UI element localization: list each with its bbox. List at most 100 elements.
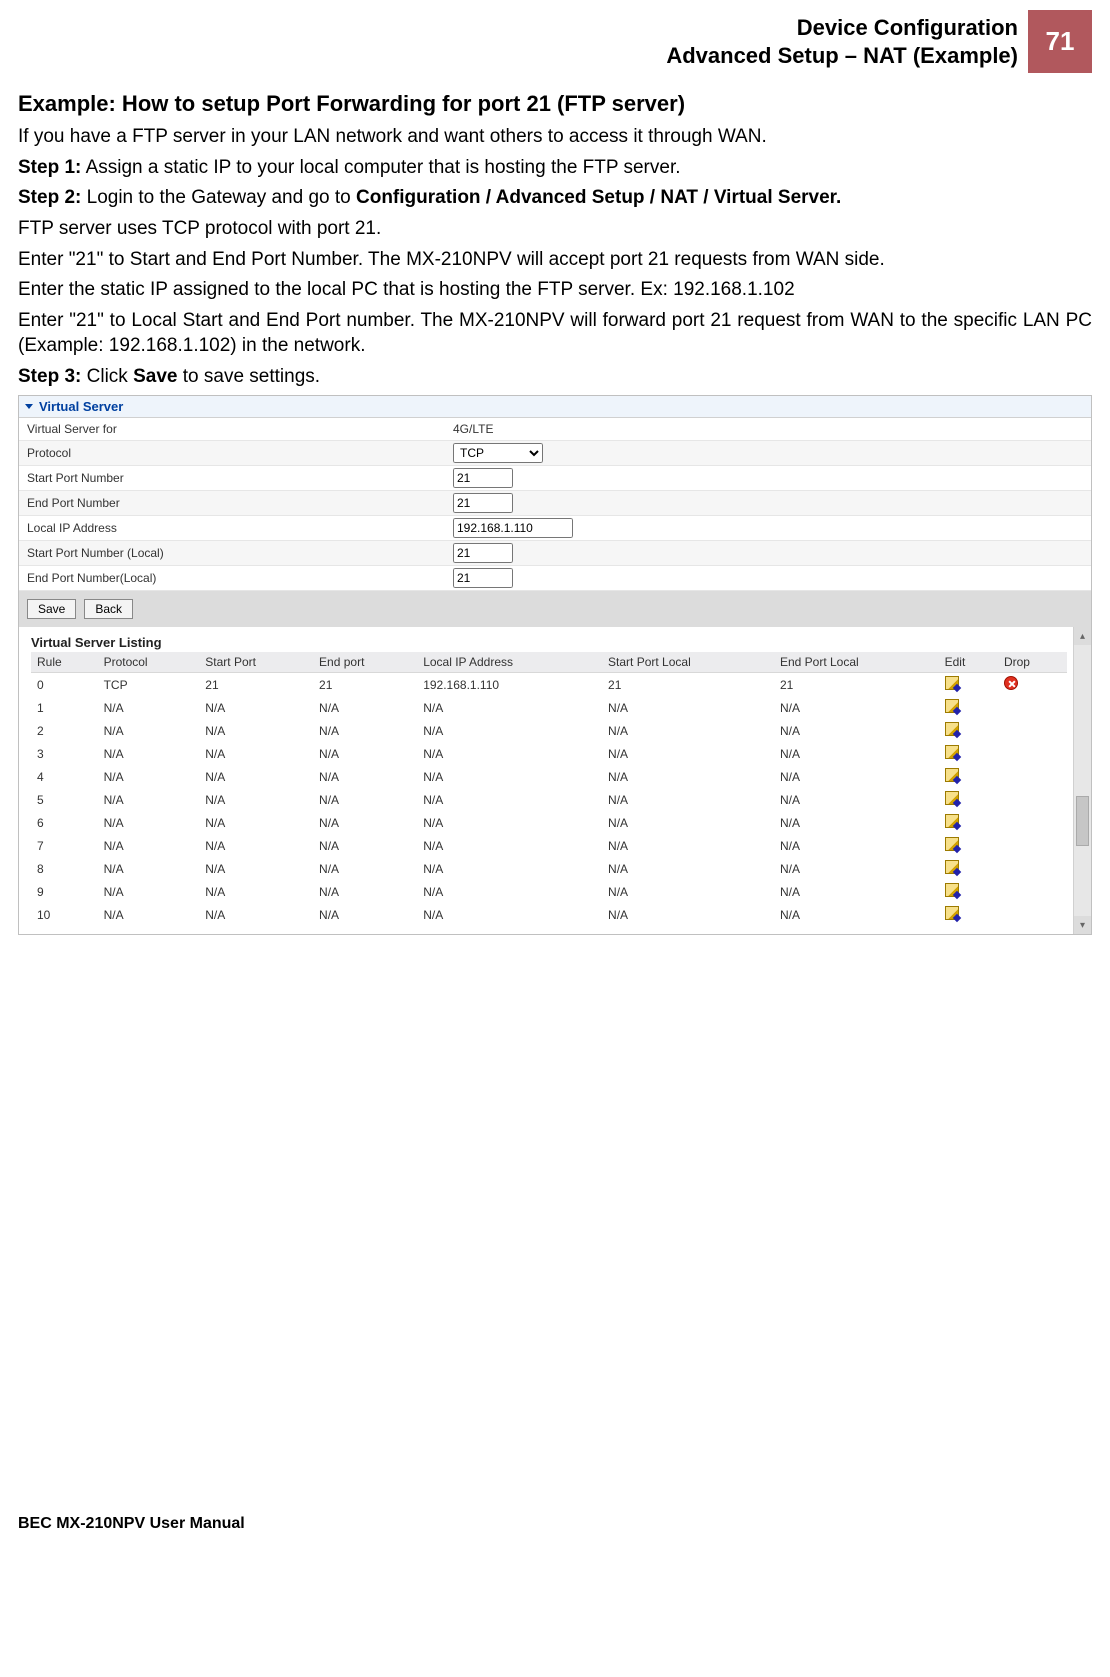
cell-startl: N/A — [602, 742, 774, 765]
example-heading: Example: How to setup Port Forwarding fo… — [18, 91, 1092, 117]
col-local-ip: Local IP Address — [417, 652, 602, 673]
table-row: 5N/AN/AN/AN/AN/AN/A — [31, 788, 1067, 811]
cell-rule: 10 — [31, 903, 98, 926]
table-row: 0TCP2121192.168.1.1102121 — [31, 673, 1067, 697]
scroll-down-icon[interactable]: ▾ — [1074, 916, 1091, 934]
start-port-local-input[interactable] — [453, 543, 513, 563]
edit-icon[interactable] — [945, 791, 959, 805]
cell-end: N/A — [313, 811, 417, 834]
cell-protocol: N/A — [98, 788, 200, 811]
cell-end: N/A — [313, 857, 417, 880]
edit-icon[interactable] — [945, 745, 959, 759]
table-row: 4N/AN/AN/AN/AN/AN/A — [31, 765, 1067, 788]
edit-icon[interactable] — [945, 814, 959, 828]
step-1-label: Step 1: — [18, 157, 81, 178]
cell-end: N/A — [313, 696, 417, 719]
edit-icon[interactable] — [945, 676, 959, 690]
row-end-port: End Port Number — [19, 491, 1091, 516]
cell-startl: N/A — [602, 696, 774, 719]
col-end-port-local: End Port Local — [774, 652, 939, 673]
edit-icon[interactable] — [945, 906, 959, 920]
scrollbar[interactable]: ▴ ▾ — [1073, 627, 1091, 934]
scroll-up-icon[interactable]: ▴ — [1074, 627, 1091, 645]
table-row: 10N/AN/AN/AN/AN/AN/A — [31, 903, 1067, 926]
cell-ip: N/A — [417, 857, 602, 880]
cell-end: N/A — [313, 788, 417, 811]
edit-icon[interactable] — [945, 837, 959, 851]
cell-ip: N/A — [417, 903, 602, 926]
cell-start: N/A — [199, 834, 313, 857]
col-rule: Rule — [31, 652, 98, 673]
end-port-input[interactable] — [453, 493, 513, 513]
row-end-port-local: End Port Number(Local) — [19, 566, 1091, 591]
col-start-port: Start Port — [199, 652, 313, 673]
cell-rule: 0 — [31, 673, 98, 697]
cell-startl: N/A — [602, 811, 774, 834]
edit-icon[interactable] — [945, 699, 959, 713]
virtual-server-header[interactable]: Virtual Server — [19, 396, 1091, 418]
header-title-line2: Advanced Setup – NAT (Example) — [666, 42, 1018, 70]
cell-ip: N/A — [417, 742, 602, 765]
protocol-select[interactable]: TCP — [453, 443, 543, 463]
cell-start: 21 — [199, 673, 313, 697]
label-protocol: Protocol — [19, 442, 449, 464]
value-virtual-server-for: 4G/LTE — [449, 420, 497, 438]
cell-ip: N/A — [417, 811, 602, 834]
edit-icon[interactable] — [945, 860, 959, 874]
step-2-nav-path: Configuration / Advanced Setup / NAT / V… — [356, 187, 841, 208]
button-row: Save Back — [19, 591, 1091, 627]
local-ip-input[interactable] — [453, 518, 573, 538]
cell-ip: N/A — [417, 696, 602, 719]
step-1-text: Assign a static IP to your local compute… — [81, 157, 680, 178]
cell-startl: N/A — [602, 719, 774, 742]
cell-rule: 2 — [31, 719, 98, 742]
row-virtual-server-for: Virtual Server for 4G/LTE — [19, 418, 1091, 441]
cell-protocol: N/A — [98, 742, 200, 765]
drop-icon[interactable] — [1004, 676, 1018, 690]
table-row: 2N/AN/AN/AN/AN/AN/A — [31, 719, 1067, 742]
cell-start: N/A — [199, 857, 313, 880]
cell-rule: 3 — [31, 742, 98, 765]
cell-start: N/A — [199, 811, 313, 834]
virtual-server-title: Virtual Server — [39, 399, 123, 414]
table-row: 9N/AN/AN/AN/AN/AN/A — [31, 880, 1067, 903]
row-start-port: Start Port Number — [19, 466, 1091, 491]
save-button[interactable]: Save — [27, 599, 76, 619]
cell-rule: 6 — [31, 811, 98, 834]
table-row: 6N/AN/AN/AN/AN/AN/A — [31, 811, 1067, 834]
scroll-thumb[interactable] — [1076, 796, 1089, 846]
row-protocol: Protocol TCP — [19, 441, 1091, 466]
back-button[interactable]: Back — [84, 599, 133, 619]
cell-start: N/A — [199, 742, 313, 765]
protocol-paragraph: FTP server uses TCP protocol with port 2… — [18, 217, 1092, 242]
col-end-port: End port — [313, 652, 417, 673]
cell-endl: N/A — [774, 696, 939, 719]
edit-icon[interactable] — [945, 768, 959, 782]
step-2-label: Step 2: — [18, 187, 81, 208]
end-port-local-input[interactable] — [453, 568, 513, 588]
static-ip-paragraph: Enter the static IP assigned to the loca… — [18, 278, 1092, 303]
cell-endl: N/A — [774, 788, 939, 811]
cell-protocol: N/A — [98, 857, 200, 880]
cell-endl: N/A — [774, 880, 939, 903]
cell-ip: N/A — [417, 765, 602, 788]
page-number: 71 — [1028, 10, 1092, 73]
table-row: 3N/AN/AN/AN/AN/AN/A — [31, 742, 1067, 765]
cell-ip: N/A — [417, 880, 602, 903]
edit-icon[interactable] — [945, 722, 959, 736]
start-port-input[interactable] — [453, 468, 513, 488]
row-local-ip: Local IP Address — [19, 516, 1091, 541]
cell-start: N/A — [199, 880, 313, 903]
cell-rule: 8 — [31, 857, 98, 880]
cell-startl: N/A — [602, 765, 774, 788]
cell-end: N/A — [313, 742, 417, 765]
cell-protocol: N/A — [98, 696, 200, 719]
step-3-text-b: to save settings. — [177, 366, 320, 387]
cell-protocol: N/A — [98, 834, 200, 857]
cell-protocol: N/A — [98, 903, 200, 926]
intro-paragraph: If you have a FTP server in your LAN net… — [18, 125, 1092, 150]
row-start-port-local: Start Port Number (Local) — [19, 541, 1091, 566]
cell-rule: 5 — [31, 788, 98, 811]
edit-icon[interactable] — [945, 883, 959, 897]
label-virtual-server-for: Virtual Server for — [19, 418, 449, 440]
